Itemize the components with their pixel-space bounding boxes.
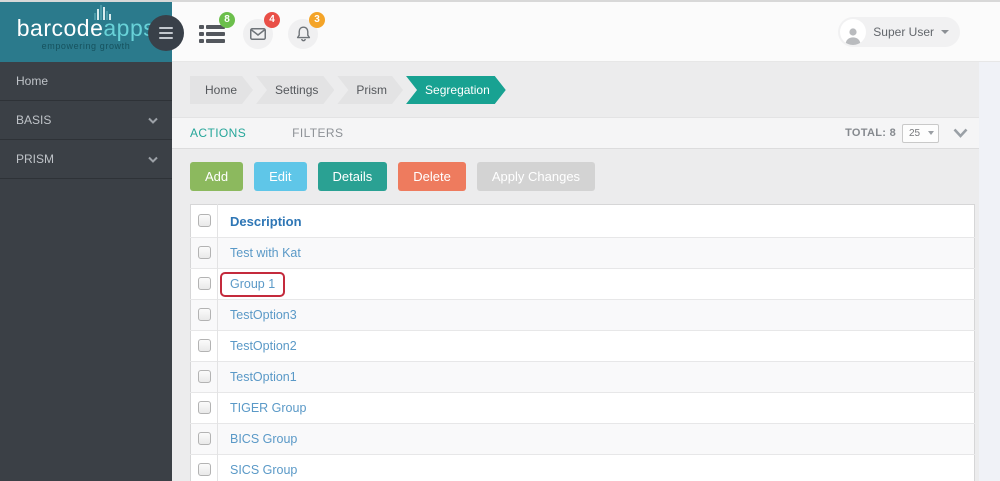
row-link[interactable]: Test with Kat	[230, 246, 301, 260]
caret-down-icon	[928, 131, 934, 135]
details-button[interactable]: Details	[317, 162, 388, 191]
logo[interactable]: barcodeapps	[0, 15, 172, 41]
breadcrumb-prism[interactable]: Prism	[337, 76, 403, 104]
user-name: Super User	[873, 25, 934, 39]
tab-filters[interactable]: FILTERS	[292, 126, 343, 140]
table-row-highlighted: Group 1	[190, 268, 975, 300]
sidebar-item-label: Home	[16, 74, 49, 88]
row-link[interactable]: TestOption3	[230, 308, 297, 322]
messages-notification-button[interactable]: 4	[243, 12, 280, 49]
table-row: TIGER Group	[190, 392, 975, 424]
sidebar-item-label: PRISM	[16, 152, 55, 166]
mail-icon	[250, 28, 266, 40]
user-menu-button[interactable]: Super User	[838, 17, 960, 47]
row-link[interactable]: Group 1	[230, 277, 275, 291]
breadcrumb: Home Settings Prism Segregation	[172, 62, 1000, 117]
table-row: BICS Group	[190, 423, 975, 455]
sidebar-nav: Home BASIS PRISM	[0, 62, 172, 179]
tab-actions[interactable]: ACTIONS	[190, 126, 246, 140]
menu-icon	[159, 27, 173, 29]
delete-button[interactable]: Delete	[398, 162, 466, 191]
row-checkbox[interactable]	[197, 339, 211, 353]
table-row: TestOption2	[190, 330, 975, 362]
row-checkbox[interactable]	[197, 401, 211, 415]
column-header-description[interactable]: Description	[218, 205, 975, 238]
chevron-down-icon	[148, 156, 158, 163]
page-size-value: 25	[909, 127, 921, 139]
row-checkbox[interactable]	[197, 463, 211, 477]
sidebar-item-basis[interactable]: BASIS	[0, 101, 172, 140]
chevron-down-icon	[148, 117, 158, 124]
breadcrumb-segregation[interactable]: Segregation	[406, 76, 506, 104]
row-link[interactable]: TestOption1	[230, 370, 297, 384]
row-checkbox[interactable]	[197, 308, 211, 322]
breadcrumb-settings[interactable]: Settings	[256, 76, 334, 104]
toolbar: Add Edit Details Delete Apply Changes	[172, 149, 1000, 203]
row-link[interactable]: BICS Group	[230, 432, 297, 446]
select-all-checkbox[interactable]	[197, 214, 211, 228]
notification-count-badge: 4	[264, 12, 280, 28]
sidebar-item-label: BASIS	[16, 113, 52, 127]
row-link[interactable]: SICS Group	[230, 463, 297, 477]
list-icon	[199, 25, 225, 43]
edit-button[interactable]: Edit	[254, 162, 307, 191]
highlight-box: Group 1	[220, 271, 286, 297]
total-count-label: TOTAL: 8	[845, 127, 896, 139]
notification-count-badge: 8	[219, 12, 235, 28]
page-size-select[interactable]: 25	[902, 123, 939, 143]
scrollbar-gutter[interactable]	[979, 62, 1000, 481]
logo-bars-icon	[94, 5, 111, 20]
sidebar-item-home[interactable]: Home	[0, 62, 172, 101]
row-checkbox[interactable]	[197, 432, 211, 446]
topbar: 8 4 3 Super User	[172, 2, 1000, 62]
avatar	[840, 19, 867, 45]
actions-filter-bar: ACTIONS FILTERS TOTAL: 8 25	[172, 117, 1000, 149]
sidebar: barcodeapps empowering growth Home BASIS…	[0, 0, 172, 481]
collapse-panel-button[interactable]	[953, 128, 968, 138]
user-icon	[845, 28, 861, 45]
table-row: SICS Group	[190, 454, 975, 481]
orders-notification-button[interactable]: 8	[198, 12, 235, 49]
add-button[interactable]: Add	[190, 162, 244, 191]
row-checkbox[interactable]	[197, 246, 211, 260]
brand-tagline: empowering growth	[41, 41, 131, 51]
row-link[interactable]: TIGER Group	[230, 401, 306, 415]
caret-down-icon	[941, 30, 949, 34]
table-row: TestOption3	[190, 299, 975, 331]
alerts-notification-button[interactable]: 3	[288, 12, 325, 49]
sidebar-toggle-button[interactable]	[148, 15, 184, 51]
table-row: TestOption1	[190, 361, 975, 393]
sidebar-item-prism[interactable]: PRISM	[0, 140, 172, 179]
row-checkbox[interactable]	[197, 370, 211, 384]
main-content: Home Settings Prism Segregation ACTIONS …	[172, 62, 1000, 481]
table-row: Test with Kat	[190, 237, 975, 269]
chevron-down-icon	[953, 128, 968, 138]
brand-header: barcodeapps empowering growth	[0, 0, 172, 62]
notification-count-badge: 3	[309, 12, 325, 28]
bell-icon	[296, 26, 310, 42]
row-checkbox[interactable]	[197, 277, 211, 291]
notification-icons: 8 4 3	[198, 12, 325, 49]
segregation-table: Description Test with Kat Group 1 TestOp…	[190, 204, 975, 481]
logo-text-primary: barcode	[16, 15, 104, 41]
window-top-edge	[0, 0, 1000, 2]
apply-changes-button: Apply Changes	[476, 162, 596, 191]
breadcrumb-home[interactable]: Home	[190, 76, 253, 104]
row-link[interactable]: TestOption2	[230, 339, 297, 353]
table-header-row: Description	[190, 204, 975, 238]
